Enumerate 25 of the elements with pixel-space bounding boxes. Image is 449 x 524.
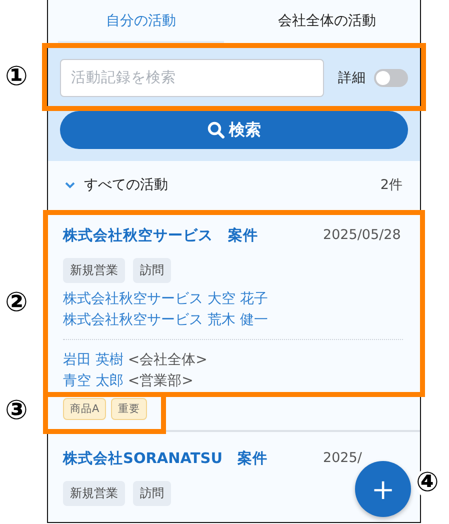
- search-button[interactable]: 検索: [60, 111, 408, 149]
- category-tag: 新規営業: [63, 481, 125, 506]
- search-field[interactable]: 活動記録を検索: [60, 59, 324, 97]
- search-icon: [207, 121, 225, 139]
- category-tag: 新規営業: [63, 258, 125, 283]
- detail-toggle[interactable]: [374, 69, 408, 87]
- member-group: <会社全体>: [128, 352, 208, 368]
- label-tag: 商品A: [63, 398, 106, 420]
- member-name[interactable]: 岩田 英樹: [63, 352, 124, 368]
- member-group: <営業部>: [128, 373, 194, 389]
- member-name[interactable]: 青空 太郎: [63, 373, 124, 389]
- tab[interactable]: 会社全体の活動: [244, 0, 410, 43]
- contact-link[interactable]: 株式会社秋空サービス 荒木 健一: [63, 310, 403, 331]
- category-tag: 訪問: [133, 481, 171, 506]
- activity-title[interactable]: 株式会社SORANATSU 案件: [63, 448, 268, 468]
- label-tag: 重要: [111, 398, 148, 420]
- result-count: 2件: [380, 176, 403, 194]
- contact-link[interactable]: 株式会社秋空サービス 大空 花子: [63, 289, 403, 310]
- tab[interactable]: 自分の活動: [58, 0, 224, 43]
- list-title: すべての活動: [84, 176, 168, 194]
- callout-number: ④: [416, 468, 439, 498]
- detail-label: 詳細: [338, 69, 366, 87]
- category-tag: 訪問: [133, 258, 171, 283]
- activity-date: 2025/05/28: [323, 227, 402, 243]
- activity-title[interactable]: 株式会社秋空サービス 案件: [63, 226, 258, 244]
